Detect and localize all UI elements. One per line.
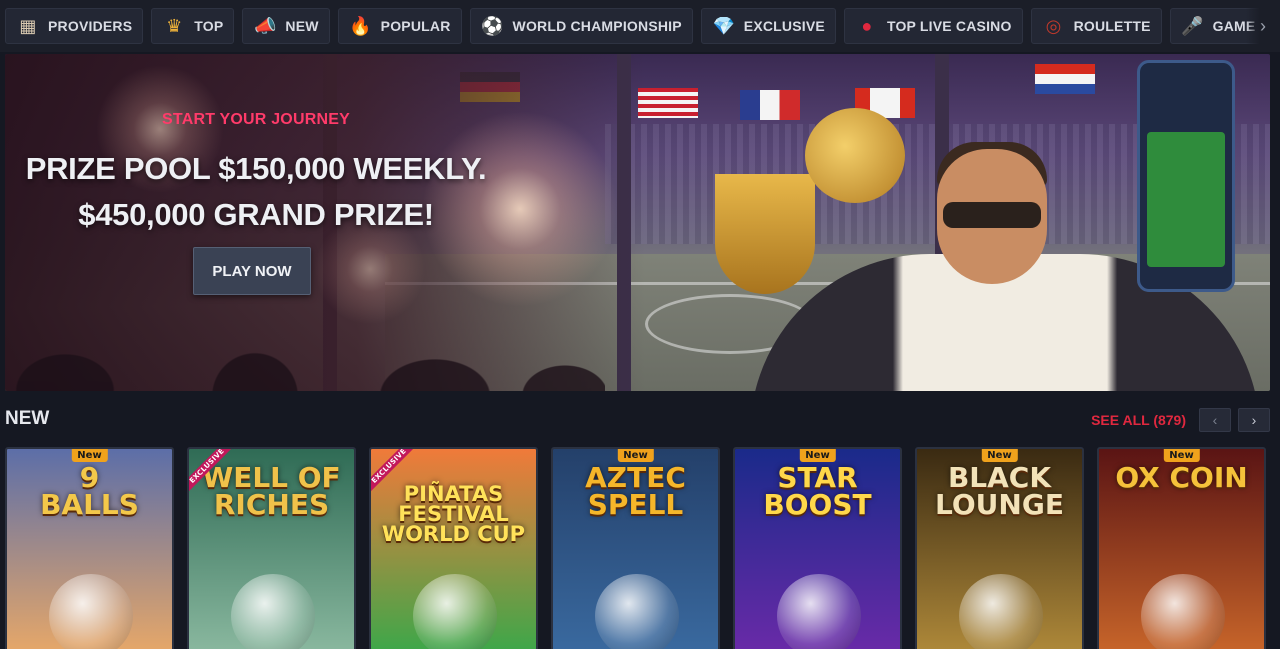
category-providers[interactable]: ▦ Providers [5, 8, 144, 44]
bull-icon [1141, 574, 1225, 649]
providers-icon: ▦ [19, 16, 37, 36]
hero-title-line-2: $450,000 grand prize! [78, 197, 434, 232]
aztec-mask-icon [595, 574, 679, 649]
category-popular[interactable]: 🔥 Popular [337, 8, 462, 44]
hero-banner[interactable]: Start your journey Prize pool $150,000 w… [5, 54, 1270, 391]
casino-lobby: ▦ Providers ♛ Top 📣 New 🔥 Popular ⚽ World Champio… [0, 0, 1280, 649]
new-badge: New [799, 449, 836, 462]
carousel-prev-button[interactable]: ‹ [1199, 408, 1231, 432]
new-games-carousel: 9 BALLS New WELL OF RICHES EXCLUSIVE PIÑATAS… [5, 447, 1280, 649]
category-label: New [285, 18, 319, 34]
golden-ball-icon [805, 108, 905, 203]
fountain-icon [231, 574, 315, 649]
game-logo: BLACK LOUNGE [935, 461, 1064, 521]
game-logo: 9 BALLS [40, 461, 139, 521]
rocket-icon [777, 574, 861, 649]
category-nav: ▦ Providers ♛ Top 📣 New 🔥 Popular ⚽ World Champio… [0, 0, 1280, 52]
category-label: Top [194, 18, 224, 34]
game-logo: PIÑATAS Festival WORLD CUP [381, 482, 526, 546]
fire-icon: 🔥 [349, 16, 372, 36]
category-label: Popular [380, 18, 451, 34]
usa-flag-icon [638, 88, 698, 118]
chevron-right-icon: › [1260, 15, 1266, 36]
croatia-flag-icon [1035, 64, 1095, 94]
category-world-championship[interactable]: ⚽ World Championship [469, 8, 693, 44]
category-label: World Championship [512, 18, 682, 34]
sunglasses-icon [943, 202, 1041, 228]
new-badge: New [71, 449, 108, 462]
game-logo: STAR BOOST [763, 461, 872, 521]
new-games-header: New See all (879) ‹ › [5, 404, 1270, 436]
game-card-9-balls[interactable]: 9 BALLS New [5, 447, 174, 649]
game-card-star-boost[interactable]: STAR BOOST New [733, 447, 902, 649]
category-label: Roulette [1073, 18, 1151, 34]
game-card-black-lounge[interactable]: BLACK LOUNGE New [915, 447, 1084, 649]
category-top[interactable]: ♛ Top [151, 8, 235, 44]
new-badge: New [981, 449, 1018, 462]
soccer-ball-icon: ⚽ [481, 16, 504, 36]
trophy-icon [715, 174, 815, 294]
megaphone-icon: 📣 [254, 16, 277, 36]
hero-eyebrow: Start your journey [162, 111, 350, 128]
section-title: New [5, 408, 50, 429]
game-card-ox-coin[interactable]: OX COIN New [1097, 447, 1266, 649]
hero-text: Start your journey Prize pool $150,000 w… [5, 54, 505, 391]
carousel-next-button[interactable]: › [1238, 408, 1270, 432]
category-exclusive[interactable]: 💎 Exclusive [700, 8, 836, 44]
soccer-ball-icon [49, 574, 133, 649]
play-now-button[interactable]: Play now [193, 247, 311, 295]
game-card-well-of-riches[interactable]: WELL OF RICHES EXCLUSIVE [187, 447, 356, 649]
hero-title-line-1: Prize pool $150,000 weekly. [25, 151, 487, 186]
phone-screen [1147, 132, 1225, 267]
category-new[interactable]: 📣 New [242, 8, 330, 44]
france-flag-icon [740, 90, 800, 120]
casino-chip-icon: ● [861, 16, 873, 36]
category-roulette[interactable]: ◎ Roulette [1030, 8, 1162, 44]
crown-icon: ♛ [166, 16, 183, 36]
diamond-icon: 💎 [712, 16, 736, 36]
hero-title: Prize pool $150,000 weekly. $450,000 gra… [5, 146, 507, 238]
category-label: Providers [48, 18, 133, 34]
game-logo: AZTEC SPELL [585, 461, 686, 521]
chevron-left-icon: ‹ [1212, 412, 1218, 428]
game-logo: WELL OF RICHES [202, 461, 341, 521]
category-label: Exclusive [743, 18, 825, 34]
woman-icon [959, 574, 1043, 649]
game-card-pi-atas-festival-world-cup[interactable]: PIÑATAS Festival WORLD CUP EXCLUSIVE [369, 447, 538, 649]
roulette-icon: ◎ [1045, 16, 1062, 36]
game-card-aztec-spell-hold-hit-3x3[interactable]: AZTEC SPELL New [551, 447, 720, 649]
new-badge: New [1163, 449, 1200, 462]
new-badge: New [617, 449, 654, 462]
chevron-right-icon: › [1251, 412, 1257, 428]
category-top-live-casino[interactable]: ● Top Live Casino [843, 8, 1023, 44]
shield-icon [413, 574, 497, 649]
microphone-icon: 🎤 [1181, 16, 1204, 36]
see-all-link[interactable]: See all (879) [1091, 412, 1186, 428]
nav-scroll-right-button[interactable]: › [1246, 8, 1280, 44]
category-label: Top Live Casino [886, 18, 1012, 34]
game-logo: OX COIN [1115, 461, 1248, 494]
